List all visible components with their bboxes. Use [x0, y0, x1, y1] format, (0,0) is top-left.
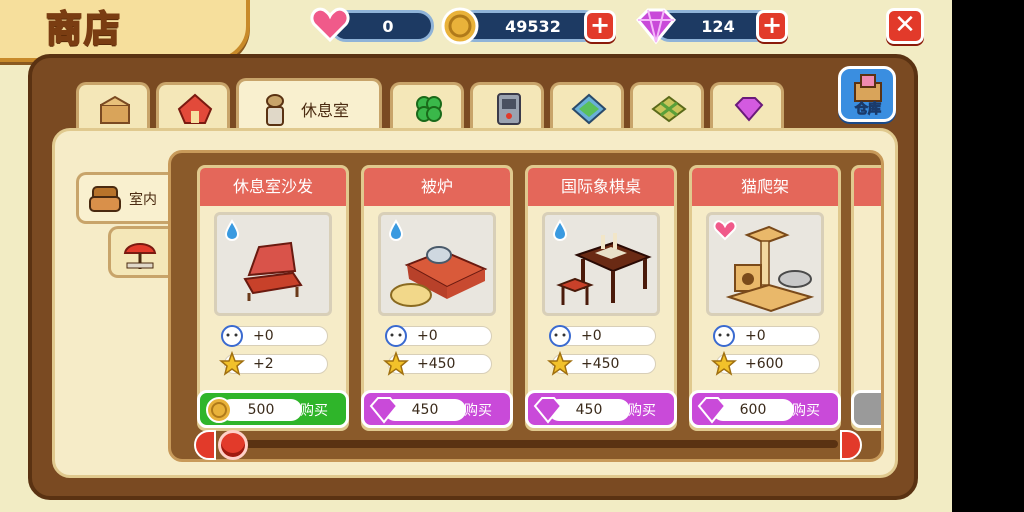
buy-button-partial[interactable] [851, 390, 881, 428]
floor-tile-icon [651, 95, 687, 123]
item-card-chess-table[interactable]: 国际象棋桌 +0 +450 450 购买 [525, 165, 677, 431]
gem-icon [697, 397, 727, 424]
star-stat: +450 [547, 351, 656, 376]
tab-floor[interactable] [630, 82, 704, 132]
comfort-stat: +0 [221, 325, 328, 347]
item-list[interactable]: 休息室沙发 +0 +2 500 购买 被炉 +0 +450 450 购买 国际象… [168, 150, 884, 462]
beach-umbrella-icon [123, 243, 157, 269]
star-stat: +450 [383, 351, 492, 376]
star-value: +2 [253, 356, 274, 372]
comfort-value: +0 [417, 328, 438, 344]
comfort-stat: +0 [713, 325, 820, 347]
tab-lounge-label: 休息室 [301, 101, 350, 120]
gem-icon [369, 397, 399, 424]
lounge-icon [266, 94, 284, 126]
shop-screen: 商店 0 49532 + 124 + ✕ 休息室 仓库 室内 休息室沙发 +0 … [0, 0, 952, 512]
side-tab-indoor[interactable]: 室内 [76, 172, 168, 224]
tab-gem-shop[interactable] [710, 82, 784, 132]
comfort-stat: +0 [549, 325, 656, 347]
buy-button[interactable]: 450 购买 [361, 390, 513, 428]
buy-label: 购买 [628, 403, 656, 419]
buy-label: 购买 [792, 403, 820, 419]
tab-wallpaper[interactable] [550, 82, 624, 132]
wallpaper-icon [571, 93, 607, 125]
hearts-value: 0 [382, 17, 394, 36]
gem-icon [734, 97, 764, 122]
chess-table-icon [556, 233, 652, 305]
title-banner: 商店 [0, 0, 250, 62]
item-image-cat-tree [706, 212, 824, 316]
comfort-value: +0 [745, 328, 766, 344]
coins-value: 49532 [505, 17, 561, 36]
side-tab-indoor-label: 室内 [129, 192, 157, 208]
tab-plants[interactable] [390, 82, 464, 132]
kotatsu-icon [390, 246, 488, 307]
armchair-icon [89, 186, 121, 212]
house-roof-icon [177, 93, 213, 124]
side-tab-outdoor[interactable] [108, 226, 170, 278]
add-gems-button[interactable]: + [756, 10, 788, 42]
scroll-left-button[interactable] [194, 430, 216, 460]
star-value: +450 [581, 356, 620, 372]
item-name: 猫爬架 [692, 168, 838, 206]
buy-label: 购买 [300, 403, 328, 419]
item-image-chess-table [542, 212, 660, 316]
gem-icon [533, 397, 563, 424]
comfort-face-icon [713, 325, 735, 347]
add-coins-button[interactable]: + [584, 10, 616, 42]
clover-icon [416, 96, 442, 122]
storage-button[interactable]: 仓库 [838, 66, 896, 122]
storage-label: 仓库 [854, 102, 881, 118]
appliance-icon [497, 93, 521, 125]
star-value: +450 [417, 356, 456, 372]
comfort-face-icon [221, 325, 243, 347]
comfort-face-icon [549, 325, 571, 347]
sofa-icon [243, 241, 303, 301]
comfort-value: +0 [581, 328, 602, 344]
star-value: +600 [745, 356, 784, 372]
star-icon [547, 351, 573, 376]
item-name-partial [854, 168, 881, 206]
item-card-partial[interactable] [851, 165, 881, 431]
item-name: 休息室沙发 [200, 168, 346, 206]
coin-icon [441, 7, 479, 45]
heart-icon [310, 7, 350, 43]
coin-icon [206, 397, 232, 423]
scroll-track[interactable] [222, 440, 838, 448]
cat-tree-icon [725, 225, 815, 313]
star-stat: +2 [219, 351, 328, 376]
close-button[interactable]: ✕ [886, 8, 924, 44]
item-card-cat-tree[interactable]: 猫爬架 +0 +600 600 购买 [689, 165, 841, 431]
tab-house[interactable] [156, 82, 230, 132]
gift-box-icon [100, 95, 130, 124]
gems-value: 124 [701, 17, 735, 36]
comfort-face-icon [385, 325, 407, 347]
star-icon [219, 351, 245, 376]
star-icon [383, 351, 409, 376]
buy-button[interactable]: 500 购买 [197, 390, 349, 428]
page-title: 商店 [45, 8, 123, 51]
tab-gift[interactable] [76, 82, 150, 132]
item-card-kotatsu[interactable]: 被炉 +0 +450 450 购买 [361, 165, 513, 431]
item-image-kotatsu [378, 212, 496, 316]
item-card-lounge-sofa[interactable]: 休息室沙发 +0 +2 500 购买 [197, 165, 349, 431]
tab-appliance[interactable] [470, 82, 544, 132]
gem-icon [635, 8, 677, 45]
buy-label: 购买 [464, 403, 492, 419]
buy-button[interactable]: 450 购买 [525, 390, 677, 428]
comfort-value: +0 [253, 328, 274, 344]
scroll-thumb[interactable] [218, 430, 248, 460]
comfort-stat: +0 [385, 325, 492, 347]
star-icon [711, 351, 737, 376]
screen-edge [952, 0, 1024, 512]
buy-button[interactable]: 600 购买 [689, 390, 841, 428]
item-name: 被炉 [364, 168, 510, 206]
item-name: 国际象棋桌 [528, 168, 674, 206]
item-image-sofa [214, 212, 332, 316]
star-stat: +600 [711, 351, 820, 376]
